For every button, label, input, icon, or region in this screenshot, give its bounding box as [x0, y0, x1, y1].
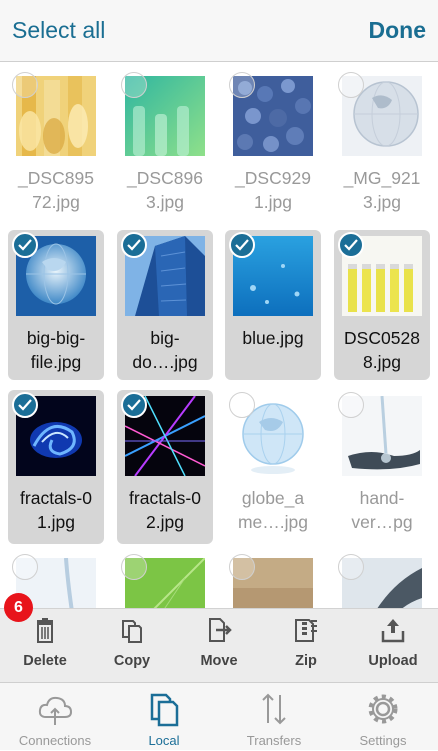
selection-checkbox[interactable]: [229, 392, 255, 418]
move-label: Move: [200, 653, 238, 669]
file-name: DSC0528 8.jpg: [344, 328, 420, 372]
file-grid: _DSC895 72.jpg _DSC896 3.jpg _DSC929 1.j…: [0, 62, 438, 608]
gear-icon: [368, 694, 398, 724]
selection-checkbox[interactable]: [12, 554, 38, 580]
tab-local[interactable]: Local: [109, 683, 219, 751]
local-files-icon: [150, 693, 179, 727]
file-item[interactable]: DSC0528 8.jpg: [334, 230, 430, 380]
selection-checkbox[interactable]: [229, 554, 255, 580]
selection-checkbox[interactable]: [121, 72, 147, 98]
selection-checkbox[interactable]: [338, 232, 364, 258]
nav-bar: Select all Done: [0, 0, 438, 62]
selection-checkbox[interactable]: [121, 554, 147, 580]
file-name: big- do….jpg: [132, 328, 198, 372]
tab-label: Local: [148, 733, 180, 748]
file-name: blue.jpg: [242, 328, 304, 348]
file-name: globe_a me….jpg: [237, 488, 309, 532]
file-item[interactable]: fractals-0 1.jpg: [8, 390, 104, 544]
file-name: hand- ver…pg: [351, 488, 413, 532]
file-name: big-big- file.jpg: [26, 328, 86, 372]
selection-checkbox[interactable]: [338, 554, 364, 580]
file-item[interactable]: hand- ver…pg: [334, 390, 430, 544]
selection-checkbox[interactable]: [229, 232, 255, 258]
file-name: _MG_921 3.jpg: [343, 168, 421, 212]
copy-label: Copy: [113, 653, 151, 669]
zip-label: Zip: [295, 653, 317, 669]
selection-checkbox[interactable]: [338, 72, 364, 98]
select-all-button[interactable]: Select all: [12, 17, 105, 44]
selection-checkbox[interactable]: [338, 392, 364, 418]
file-item[interactable]: _MG_921 3.jpg: [334, 70, 430, 220]
file-item[interactable]: _DSC929 1.jpg: [225, 70, 321, 220]
tab-settings[interactable]: Settings: [328, 683, 438, 751]
move-icon: [209, 618, 232, 642]
file-item[interactable]: globe_a me….jpg: [225, 390, 321, 544]
file-item[interactable]: [225, 552, 321, 608]
file-item[interactable]: big- do….jpg: [117, 230, 213, 380]
selection-checkbox[interactable]: [12, 232, 38, 258]
zip-button[interactable]: Zip: [262, 609, 350, 683]
trash-icon: [37, 618, 53, 643]
tab-transfers[interactable]: Transfers: [219, 683, 329, 751]
action-toolbar: Delete Copy Move Zip Upload: [0, 608, 438, 682]
upload-label: Upload: [368, 653, 418, 669]
selection-checkbox[interactable]: [12, 392, 38, 418]
file-name: _DSC896 3.jpg: [127, 168, 203, 212]
file-name: fractals-0 2.jpg: [129, 488, 201, 532]
file-name: fractals-0 1.jpg: [20, 488, 92, 532]
delete-label: Delete: [23, 653, 67, 669]
tab-label: Settings: [359, 733, 407, 748]
selection-checkbox[interactable]: [121, 392, 147, 418]
zip-icon: [295, 619, 317, 642]
selection-checkbox[interactable]: [12, 72, 38, 98]
move-button[interactable]: Move: [175, 609, 263, 683]
upload-icon: [381, 619, 405, 643]
file-item[interactable]: _DSC895 72.jpg: [8, 70, 104, 220]
selection-count-badge: 6: [4, 593, 33, 622]
selection-checkbox[interactable]: [121, 232, 147, 258]
upload-button[interactable]: Upload: [349, 609, 437, 683]
file-item[interactable]: [117, 552, 213, 608]
file-item[interactable]: big-big- file.jpg: [8, 230, 104, 380]
done-button[interactable]: Done: [369, 17, 427, 44]
cloud-icon: [38, 696, 73, 725]
tab-label: Transfers: [246, 733, 302, 748]
file-item[interactable]: blue.jpg: [225, 230, 321, 380]
file-item[interactable]: [334, 552, 430, 608]
tab-connections[interactable]: Connections: [0, 683, 110, 751]
copy-icon: [122, 620, 142, 643]
tab-label: Connections: [18, 733, 92, 748]
transfers-icon: [262, 693, 286, 725]
file-name: _DSC929 1.jpg: [235, 168, 311, 212]
file-item[interactable]: fractals-0 2.jpg: [117, 390, 213, 544]
tab-bar: Connections Local Transfers Settings: [0, 682, 438, 750]
file-name: _DSC895 72.jpg: [18, 168, 94, 212]
selection-checkbox[interactable]: [229, 72, 255, 98]
file-item[interactable]: _DSC896 3.jpg: [117, 70, 213, 220]
copy-button[interactable]: Copy: [88, 609, 176, 683]
